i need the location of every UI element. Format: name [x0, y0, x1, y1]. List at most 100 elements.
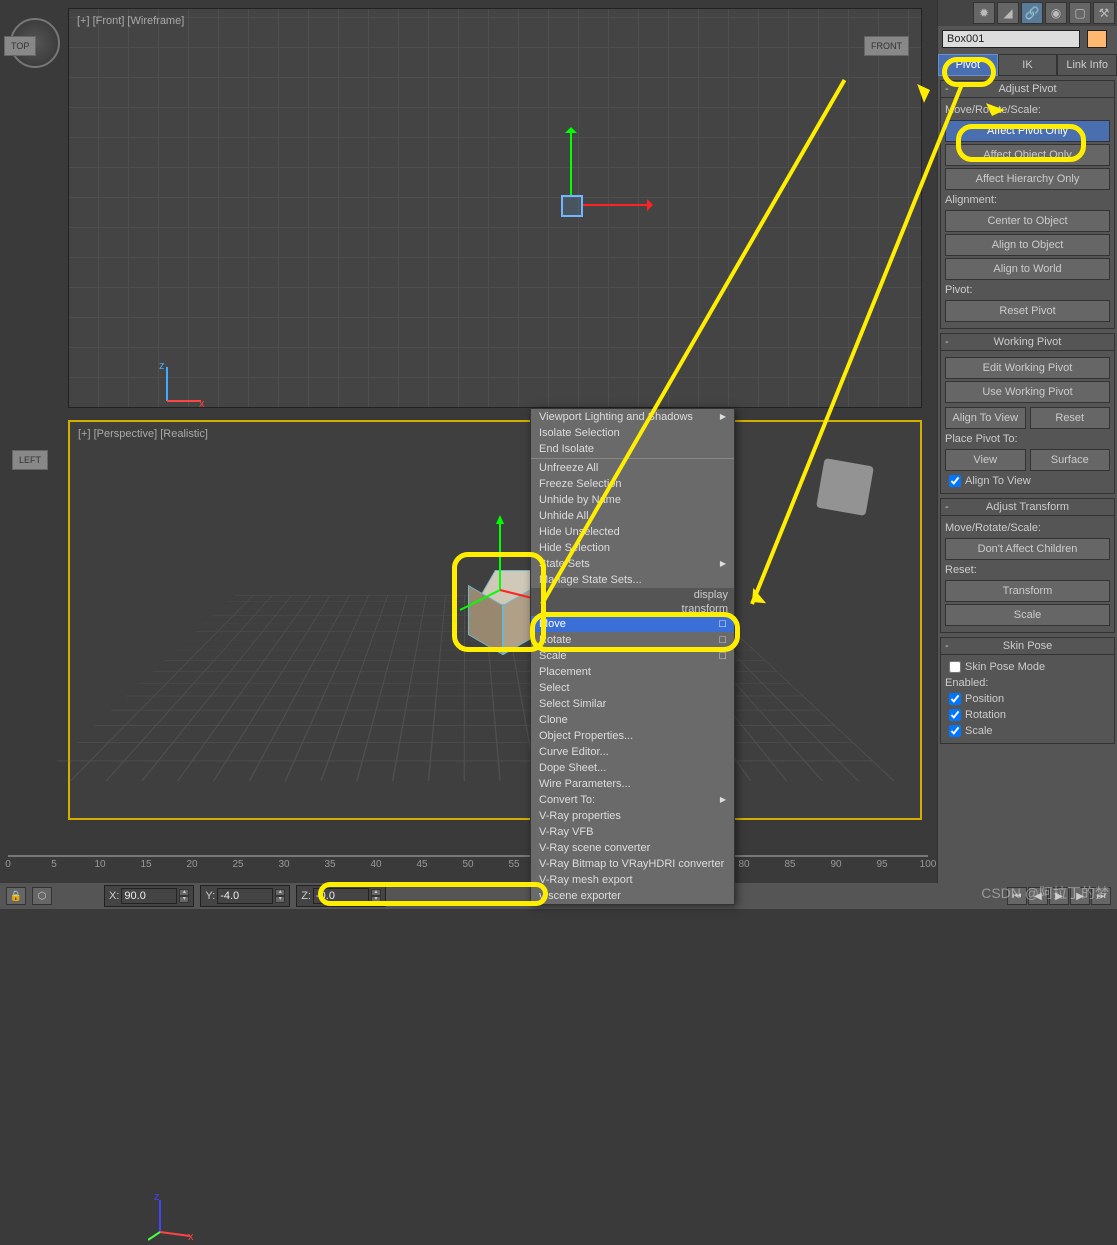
place-surface-button[interactable]: Surface: [1030, 449, 1111, 471]
y-spinner[interactable]: ▴▾: [275, 889, 285, 903]
svg-text:z: z: [154, 1192, 160, 1203]
axis-x-arrow[interactable]: [581, 204, 651, 206]
reset-pivot-button[interactable]: Reset Pivot: [945, 300, 1110, 322]
align-to-view-button[interactable]: Align To View: [945, 407, 1026, 429]
x-spinner[interactable]: ▴▾: [179, 889, 189, 903]
label-mrs2: Move/Rotate/Scale:: [945, 520, 1110, 536]
affect-pivot-only-button[interactable]: Affect Pivot Only: [945, 120, 1110, 142]
utilities-tab-icon[interactable]: ⚒: [1093, 2, 1115, 24]
move-gizmo[interactable]: [561, 159, 641, 219]
center-to-object-button[interactable]: Center to Object: [945, 210, 1110, 232]
menu-item-hide-unselected[interactable]: Hide Unselected: [531, 524, 734, 540]
menu-item-hide-selection[interactable]: Hide Selection: [531, 540, 734, 556]
menu-item-wire-parameters-[interactable]: Wire Parameters...: [531, 776, 734, 792]
tick-15: 15: [140, 859, 151, 870]
modify-tab-icon[interactable]: ◢: [997, 2, 1019, 24]
align-to-world-button[interactable]: Align to World: [945, 258, 1110, 280]
viewport-label-bottom[interactable]: [+] [Perspective] [Realistic]: [78, 428, 208, 440]
menu-item-scale[interactable]: Scale□: [531, 648, 734, 664]
rotation-checkbox[interactable]: [949, 709, 961, 721]
align-to-view-label: Align To View: [965, 475, 1031, 487]
rollout-working-pivot[interactable]: Working Pivot: [940, 333, 1115, 351]
z-spinner[interactable]: ▴▾: [371, 889, 381, 903]
tab-linkinfo[interactable]: Link Info: [1057, 54, 1117, 76]
viewcube-3d[interactable]: [820, 462, 880, 522]
viewport-label-top[interactable]: [+] [Front] [Wireframe]: [77, 15, 184, 27]
align-to-object-button[interactable]: Align to Object: [945, 234, 1110, 256]
tick-55: 55: [508, 859, 519, 870]
create-tab-icon[interactable]: ✹: [973, 2, 995, 24]
menu-item-rotate[interactable]: Rotate□: [531, 632, 734, 648]
rollout-adjust-transform[interactable]: Adjust Transform: [940, 498, 1115, 516]
viewport-front[interactable]: [+] [Front] [Wireframe] z x: [68, 8, 922, 408]
svg-text:x: x: [199, 398, 205, 409]
menu-item-v-ray-properties[interactable]: V-Ray properties: [531, 808, 734, 824]
axis-indicator-persp: zx: [148, 1192, 198, 1242]
x-input[interactable]: [121, 888, 177, 904]
menu-item-v-ray-bitmap-to-vrayhdri-converter[interactable]: V-Ray Bitmap to VRayHDRI converter: [531, 856, 734, 872]
edit-working-pivot-button[interactable]: Edit Working Pivot: [945, 357, 1110, 379]
menu-item-convert-to-[interactable]: Convert To:: [531, 792, 734, 808]
selection-lock-icon[interactable]: ⬡: [32, 887, 52, 905]
object-name-field[interactable]: [942, 30, 1080, 48]
display-tab-icon[interactable]: ▢: [1069, 2, 1091, 24]
place-view-button[interactable]: View: [945, 449, 1026, 471]
command-panel: ✹ ◢ 🔗 ◉ ▢ ⚒ Pivot IK Link Info Adjust Pi…: [937, 0, 1117, 909]
menu-item-clone[interactable]: Clone: [531, 712, 734, 728]
viewcube-left[interactable]: LEFT: [12, 450, 48, 470]
menu-item-unfreeze-all[interactable]: Unfreeze All: [531, 460, 734, 476]
lock-icon[interactable]: 🔒: [6, 887, 26, 905]
menu-item-vrscene-exporter[interactable]: vrscene exporter: [531, 888, 734, 904]
viewcube-top[interactable]: TOP: [4, 36, 36, 56]
menu-item-move[interactable]: Move□: [531, 616, 734, 632]
scale-checkbox[interactable]: [949, 725, 961, 737]
rotation-label: Rotation: [965, 709, 1006, 721]
menu-item-viewport-lighting-and-shadows[interactable]: Viewport Lighting and Shadows: [531, 409, 734, 425]
menu-item-curve-editor-[interactable]: Curve Editor...: [531, 744, 734, 760]
z-input[interactable]: [313, 888, 369, 904]
reset-scale-button[interactable]: Scale: [945, 604, 1110, 626]
timeline[interactable]: 0510152025303540455055606570758085909510…: [8, 847, 928, 869]
align-to-view-checkbox[interactable]: [949, 475, 961, 487]
hierarchy-tab-icon[interactable]: 🔗: [1021, 2, 1043, 24]
menu-item-select[interactable]: Select: [531, 680, 734, 696]
rollout-skin-pose[interactable]: Skin Pose: [940, 637, 1115, 655]
reset-working-pivot-button[interactable]: Reset: [1030, 407, 1111, 429]
gizmo-center[interactable]: [561, 195, 583, 217]
menu-item-select-similar[interactable]: Select Similar: [531, 696, 734, 712]
dont-affect-children-button[interactable]: Don't Affect Children: [945, 538, 1110, 560]
svg-text:z: z: [159, 360, 165, 372]
axis-y-arrow[interactable]: [570, 129, 572, 195]
label-pivot: Pivot:: [945, 282, 1110, 298]
menu-item-manage-state-sets-[interactable]: Manage State Sets...: [531, 572, 734, 588]
menu-item-object-properties-[interactable]: Object Properties...: [531, 728, 734, 744]
menu-item-dope-sheet-[interactable]: Dope Sheet...: [531, 760, 734, 776]
rollout-adjust-pivot[interactable]: Adjust Pivot: [940, 80, 1115, 98]
menu-item-freeze-selection[interactable]: Freeze Selection: [531, 476, 734, 492]
affect-hierarchy-only-button[interactable]: Affect Hierarchy Only: [945, 168, 1110, 190]
label-alignment: Alignment:: [945, 192, 1110, 208]
reset-transform-button[interactable]: Transform: [945, 580, 1110, 602]
tick-5: 5: [51, 859, 57, 870]
menu-item-v-ray-mesh-export[interactable]: V-Ray mesh export: [531, 872, 734, 888]
menu-item-unhide-by-name[interactable]: Unhide by Name: [531, 492, 734, 508]
y-input[interactable]: [217, 888, 273, 904]
svg-text:x: x: [188, 1231, 194, 1242]
use-working-pivot-button[interactable]: Use Working Pivot: [945, 381, 1110, 403]
menu-item-v-ray-scene-converter[interactable]: V-Ray scene converter: [531, 840, 734, 856]
menu-item-placement[interactable]: Placement: [531, 664, 734, 680]
skin-pose-mode-checkbox[interactable]: [949, 661, 961, 673]
position-label: Position: [965, 693, 1004, 705]
affect-object-only-button[interactable]: Affect Object Only: [945, 144, 1110, 166]
object-color-swatch[interactable]: [1087, 30, 1107, 48]
position-checkbox[interactable]: [949, 693, 961, 705]
motion-tab-icon[interactable]: ◉: [1045, 2, 1067, 24]
menu-item-unhide-all[interactable]: Unhide All: [531, 508, 734, 524]
tick-35: 35: [324, 859, 335, 870]
tab-ik[interactable]: IK: [998, 54, 1058, 76]
tick-45: 45: [416, 859, 427, 870]
tab-pivot[interactable]: Pivot: [938, 54, 998, 76]
viewcube-front[interactable]: FRONT: [864, 36, 909, 56]
menu-item-v-ray-vfb[interactable]: V-Ray VFB: [531, 824, 734, 840]
menu-item-isolate-selection[interactable]: Isolate Selection: [531, 425, 734, 441]
